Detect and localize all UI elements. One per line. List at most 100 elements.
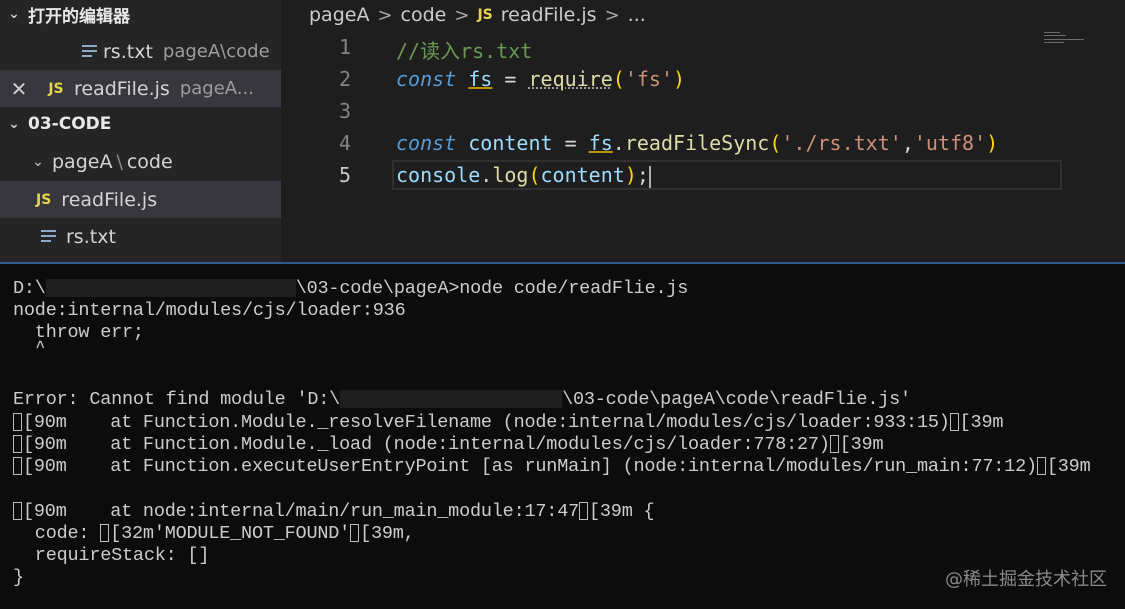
text-file-icon xyxy=(41,230,56,243)
open-editor-description: pageA\code xyxy=(162,41,270,62)
chevron-right-icon: > xyxy=(377,4,393,26)
code-line[interactable]: 3 xyxy=(281,96,1125,128)
escape-char-box xyxy=(13,502,22,521)
code-string: 'utf8' xyxy=(913,131,987,155)
code-keyword: const xyxy=(396,67,457,91)
code-paren: ) xyxy=(624,163,637,187)
folder-title: 03-CODE xyxy=(28,114,112,134)
code-line[interactable]: 4 const content = fs.readFileSync('./rs.… xyxy=(281,128,1125,160)
code-variable: fs xyxy=(468,67,493,91)
open-editors-header[interactable]: ⌄ 打开的编辑器 xyxy=(0,0,281,28)
code-value: [32m'MODULE_NOT_FOUND' xyxy=(110,523,351,544)
open-editor-rs-txt[interactable]: rs.txt pageA\code xyxy=(0,33,281,70)
code-key: code: xyxy=(13,523,101,544)
editor-area: ⌄ 打开的编辑器 rs.txt pageA\code ✕ JS readFile… xyxy=(0,0,1125,262)
tree-item-rs-txt[interactable]: rs.txt xyxy=(0,218,281,255)
code-function: readFileSync xyxy=(624,131,770,155)
terminal-line-stack: [90m at Function.executeUserEntryPoint [… xyxy=(13,456,1125,478)
escape-char-box xyxy=(13,457,22,476)
open-editor-label: readFile.js xyxy=(74,77,170,100)
text-cursor xyxy=(648,165,651,188)
terminal-line: } xyxy=(13,567,24,588)
code-semicolon: ; xyxy=(636,163,649,187)
chevron-right-icon: > xyxy=(454,4,470,26)
chevron-down-icon: ⌄ xyxy=(8,116,20,132)
folder-header-03-code[interactable]: ⌄ 03-CODE xyxy=(0,110,281,138)
breadcrumb-item[interactable]: readFile.js xyxy=(501,4,597,26)
prompt-drive: D:\ xyxy=(13,278,46,299)
js-file-icon: JS xyxy=(477,7,493,23)
escape-char-box xyxy=(13,435,22,454)
escape-char-box xyxy=(949,413,959,432)
close-icon[interactable]: ✕ xyxy=(0,77,38,101)
code-paren: ) xyxy=(986,131,999,155)
stack-text: [90m at Function.executeUserEntryPoint [… xyxy=(23,456,1037,477)
tree-item-readfile-js[interactable]: JS readFile.js xyxy=(0,181,281,218)
terminal-line-code: code: [32m'MODULE_NOT_FOUND' [39m, xyxy=(13,523,415,545)
stack-text: [90m at Function.Module._load (node:inte… xyxy=(23,434,830,455)
code-paren: ) xyxy=(673,67,686,91)
code-end: [39m, xyxy=(360,523,415,544)
redacted-path xyxy=(45,279,296,298)
code-keyword: const xyxy=(396,131,457,155)
code-variable: content xyxy=(540,163,625,187)
breadcrumb-item[interactable]: ... xyxy=(628,4,646,26)
escape-char-box xyxy=(1036,457,1046,476)
folder-name: pageA xyxy=(52,150,113,173)
tree-item-label: readFile.js xyxy=(61,188,158,211)
line-number: 4 xyxy=(338,131,351,155)
subfolder-name: code xyxy=(126,150,173,173)
code-dot: . xyxy=(612,131,625,155)
terminal-panel[interactable]: D:\ \03-code\pageA>node code/readFlie.js … xyxy=(0,262,1125,609)
terminal-line-error: Error: Cannot find module 'D:\ \03-code\p… xyxy=(13,389,911,411)
code-line[interactable]: 2 const fs = require('fs') xyxy=(281,64,1125,96)
escape-char-box xyxy=(100,524,110,543)
chevron-down-icon: ⌄ xyxy=(32,153,44,170)
open-editor-label: rs.txt xyxy=(103,40,153,63)
chevron-down-icon: ⌄ xyxy=(8,6,20,22)
code-editor[interactable]: pageA > code > JS readFile.js > ... 1 //… xyxy=(281,0,1125,262)
code-object: fs xyxy=(588,131,613,155)
code-paren: ( xyxy=(769,131,782,155)
explorer-sidebar: ⌄ 打开的编辑器 rs.txt pageA\code ✕ JS readFile… xyxy=(0,0,281,262)
breadcrumb-item[interactable]: pageA xyxy=(309,4,369,26)
watermark: @稀土掘金技术社区 xyxy=(945,569,1107,590)
terminal-line: ^ xyxy=(13,338,46,348)
terminal-line: requireStack: [] xyxy=(13,545,210,566)
tree-item-label: rs.txt xyxy=(66,225,116,248)
text-file-icon xyxy=(82,45,97,58)
line-number: 2 xyxy=(338,67,351,91)
open-editors-title: 打开的编辑器 xyxy=(28,6,130,27)
code-comma: , xyxy=(901,131,914,155)
code-line-active[interactable]: 5 console.log(content); xyxy=(281,160,1125,192)
code-object: console xyxy=(396,163,481,187)
error-start: Error: Cannot find module 'D:\ xyxy=(13,389,341,410)
line-number: 1 xyxy=(338,35,351,59)
terminal-line-stack: [90m at Function.Module._resolveFilename… xyxy=(13,412,1003,434)
chevron-right-icon: > xyxy=(604,4,620,26)
prompt-command: \03-code\pageA>node code/readFlie.js xyxy=(295,278,689,299)
code-string: './rs.txt' xyxy=(781,131,902,155)
code-function: log xyxy=(492,163,529,187)
code-variable: content xyxy=(468,131,553,155)
code-operator: = xyxy=(504,67,517,91)
code-paren: ( xyxy=(612,67,625,91)
terminal-line: node:internal/modules/cjs/loader:936 xyxy=(13,300,406,321)
stack-end: [39m xyxy=(1046,456,1091,477)
escape-char-box xyxy=(829,435,839,454)
terminal-line-stack: [90m at node:internal/main/run_main_modu… xyxy=(13,501,655,523)
escape-char-box xyxy=(13,413,22,432)
stack-text: [90m at node:internal/main/run_main_modu… xyxy=(23,501,579,522)
open-editor-readfile-js[interactable]: ✕ JS readFile.js pageA... xyxy=(0,70,281,107)
code-operator: = xyxy=(564,131,577,155)
line-number: 3 xyxy=(338,99,351,123)
stack-end: [39m xyxy=(839,434,884,455)
breadcrumb-item[interactable]: code xyxy=(401,4,447,26)
terminal-line-prompt: D:\ \03-code\pageA>node code/readFlie.js xyxy=(13,278,688,300)
escape-char-box xyxy=(350,524,360,543)
code-paren: ( xyxy=(528,163,541,187)
open-editor-description: pageA... xyxy=(179,78,254,99)
code-line[interactable]: 1 //读入rs.txt xyxy=(281,32,1125,64)
tree-folder-pagea-code[interactable]: ⌄ pageA \ code xyxy=(0,143,281,180)
stack-text: [90m at Function.Module._resolveFilename… xyxy=(23,412,950,433)
